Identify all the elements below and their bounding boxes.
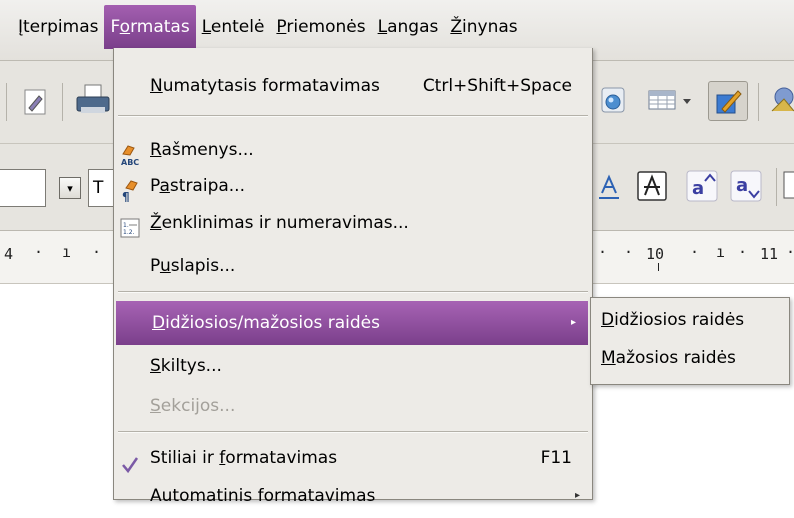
autoformat-item[interactable]: Automatinis formatavimas ▸ <box>114 474 592 518</box>
tab-stop-marker[interactable] <box>658 263 659 271</box>
underline-color-icon[interactable] <box>592 170 626 204</box>
menu-insert[interactable]: Įterpimas <box>0 5 104 49</box>
svg-text:1.2.: 1.2. <box>123 229 135 236</box>
svg-text:1.: 1. <box>123 222 129 229</box>
navigator-icon[interactable] <box>596 83 630 117</box>
font-name-combo[interactable]: T <box>88 169 116 207</box>
ruler-tick: ı <box>716 243 726 261</box>
paragraph-icon: ¶ <box>120 175 140 204</box>
default-formatting-item[interactable]: Numatytasis formatavimas Ctrl+Shift+Spac… <box>114 64 592 108</box>
align-icon[interactable] <box>782 168 794 202</box>
subscript-icon[interactable]: a <box>728 168 764 204</box>
shortcut-label: Ctrl+Shift+Space <box>422 76 572 96</box>
superscript-icon[interactable]: a <box>684 168 720 204</box>
toolbar-separator <box>62 83 63 121</box>
page-item[interactable]: Puslapis... <box>114 244 592 288</box>
submenu-arrow-icon: ▸ <box>574 490 580 501</box>
ruler-tick: · <box>690 243 700 261</box>
ruler-tick: ı <box>62 243 72 261</box>
change-case-item[interactable]: Didžiosios/mažosios raidės ▸ <box>116 301 588 345</box>
submenu-arrow-icon: ▸ <box>570 317 576 328</box>
sections-item: Sekcijos... <box>150 396 236 416</box>
menu-format[interactable]: Formatas <box>104 5 196 49</box>
menu-table[interactable]: Lentelė <box>196 5 271 49</box>
draw-functions-icon[interactable] <box>708 81 748 121</box>
ruler-tick: · <box>34 243 44 261</box>
uppercase-item[interactable]: Didžiosios raidės <box>601 302 744 338</box>
menu-separator <box>118 291 588 293</box>
table-icon[interactable] <box>644 83 696 117</box>
menu-separator <box>118 431 588 433</box>
menu-help[interactable]: Žinynas <box>444 5 523 49</box>
toolbar-separator <box>758 83 759 121</box>
ruler-tick: · <box>624 243 634 261</box>
paragraph-style-combo[interactable] <box>0 169 46 207</box>
dropdown-arrow-icon[interactable]: ▾ <box>59 177 81 199</box>
gallery-icon[interactable] <box>770 83 794 117</box>
menu-separator <box>118 115 588 117</box>
ruler-tick: · <box>92 243 102 261</box>
edit-file-icon[interactable] <box>18 85 52 119</box>
bullets-numbering-item[interactable]: 1. 1.2. Ženklinimas ir numeravimas... <box>114 201 592 245</box>
svg-text:a: a <box>736 175 748 196</box>
ruler-tick: · <box>598 243 608 261</box>
toolbar-separator <box>776 168 777 206</box>
ruler-tick: · <box>738 243 748 261</box>
menu-window[interactable]: Langas <box>372 5 445 49</box>
checkmark-icon <box>120 448 140 474</box>
numbering-icon: 1. 1.2. <box>120 212 140 238</box>
print-icon[interactable] <box>72 83 114 117</box>
lowercase-item[interactable]: Mažosios raidės <box>601 340 736 376</box>
svg-text:a: a <box>692 178 704 199</box>
columns-item[interactable]: Skiltys... <box>114 344 592 388</box>
font-characters-icon: ABC <box>120 139 140 167</box>
toolbar-separator <box>6 83 7 121</box>
case-submenu: Didžiosios raidės Mažosios raidės <box>590 297 790 385</box>
ruler-tick: · <box>786 243 794 261</box>
character-border-icon[interactable] <box>634 168 670 204</box>
format-menu: Numatytasis formatavimas Ctrl+Shift+Spac… <box>113 48 593 506</box>
menu-tools[interactable]: Priemonės <box>270 5 371 49</box>
